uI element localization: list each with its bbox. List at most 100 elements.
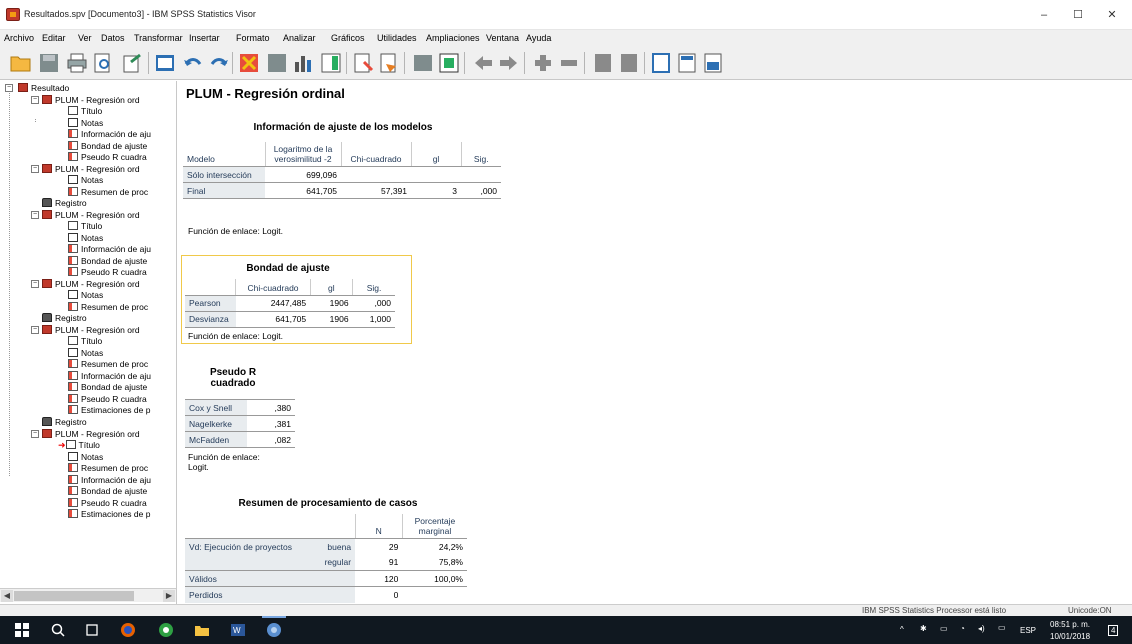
maximize-button[interactable]: ☐	[1064, 6, 1092, 24]
outline-notas[interactable]: Notas	[68, 348, 103, 359]
outline-info[interactable]: Información de aju	[68, 371, 151, 382]
outline-registro[interactable]: Registro	[42, 417, 87, 428]
save-icon[interactable]	[38, 52, 60, 74]
menu-formato[interactable]: Formato	[236, 33, 270, 43]
tray-up-arrow-icon[interactable]: ^	[900, 625, 904, 634]
outline-registro[interactable]: Registro	[42, 313, 87, 324]
windows-start-icon[interactable]	[14, 622, 30, 638]
volume-icon[interactable]: ◂)	[978, 624, 985, 633]
outline-info[interactable]: Información de aju	[68, 129, 151, 140]
menu-editar[interactable]: Editar	[42, 33, 66, 43]
collapse-toggle[interactable]: −	[31, 96, 39, 104]
print-icon[interactable]	[66, 52, 88, 74]
keyboard-icon[interactable]: ▭	[998, 623, 1006, 632]
firefox-icon[interactable]	[120, 622, 136, 638]
menu-archivo[interactable]: Archivo	[4, 33, 34, 43]
scroll-thumb[interactable]	[14, 591, 134, 601]
outline-plum-2[interactable]: PLUM - Regresión ord	[42, 164, 140, 175]
menu-insertar[interactable]: Insertar	[189, 33, 220, 43]
menu-ayuda[interactable]: Ayuda	[526, 33, 551, 43]
outline-resumen[interactable]: Resumen de proc	[68, 187, 148, 198]
menu-ampliaciones[interactable]: Ampliaciones	[426, 33, 480, 43]
goto-case-icon[interactable]	[238, 52, 260, 74]
undo-icon[interactable]	[182, 52, 204, 74]
clock-time[interactable]: 08:51 p. m.	[1050, 620, 1090, 629]
value-labels-icon[interactable]	[412, 52, 434, 74]
outline-registro[interactable]: Registro	[42, 198, 87, 209]
outline-notas[interactable]: Notas	[68, 175, 103, 186]
expand-plus-icon[interactable]	[532, 52, 554, 74]
menu-utilidades[interactable]: Utilidades	[377, 33, 417, 43]
data-table-icon[interactable]	[320, 52, 342, 74]
close-button[interactable]: ✕	[1098, 6, 1126, 24]
menu-datos[interactable]: Datos	[101, 33, 125, 43]
outline-titulo[interactable]: Título	[68, 106, 102, 117]
outline-info[interactable]: Información de aju	[68, 475, 151, 486]
search-icon[interactable]	[50, 622, 66, 638]
outline-plum-6[interactable]: PLUM - Regresión ord	[42, 429, 140, 440]
outline-estim[interactable]: Estimaciones de p	[68, 405, 150, 416]
battery-icon[interactable]: ▭	[940, 624, 948, 633]
redo-icon[interactable]	[208, 52, 230, 74]
outline-estim[interactable]: Estimaciones de p	[68, 509, 150, 520]
insert-text-icon[interactable]	[702, 52, 724, 74]
menu-transformar[interactable]: Transformar	[134, 33, 183, 43]
open-folder-icon[interactable]	[10, 52, 32, 74]
collapse-minus-icon[interactable]	[558, 52, 580, 74]
outline-bondad[interactable]: Bondad de ajuste	[68, 141, 147, 152]
outline-notas[interactable]: Notas	[68, 290, 103, 301]
arrow-right-icon[interactable]	[498, 52, 520, 74]
outline-plum-4[interactable]: PLUM - Regresión ord	[42, 279, 140, 290]
goto-variable-icon[interactable]	[266, 52, 288, 74]
collapse-toggle[interactable]: −	[31, 430, 39, 438]
export-icon[interactable]	[121, 52, 143, 74]
notifications-icon[interactable]: 4	[1108, 625, 1119, 636]
collapse-toggle[interactable]: −	[31, 211, 39, 219]
arrow-left-icon[interactable]	[472, 52, 494, 74]
outline-pseudo[interactable]: Pseudo R cuadra	[68, 394, 147, 405]
insert-title-icon[interactable]	[676, 52, 698, 74]
file-explorer-icon[interactable]	[194, 622, 210, 638]
show-icon[interactable]	[592, 52, 614, 74]
outline-titulo[interactable]: Título	[68, 221, 102, 232]
outline-resumen[interactable]: Resumen de proc	[68, 463, 148, 474]
select-cases-icon[interactable]	[352, 52, 374, 74]
outline-notas[interactable]: Notas	[68, 452, 103, 463]
menu-ver[interactable]: Ver	[78, 33, 92, 43]
outline-plum-1[interactable]: PLUM - Regresión ord	[42, 95, 140, 106]
spss-taskbar-icon[interactable]	[266, 622, 282, 638]
outline-pseudo[interactable]: Pseudo R cuadra	[68, 498, 147, 509]
menu-ventana[interactable]: Ventana	[486, 33, 519, 43]
collapse-toggle[interactable]: −	[31, 280, 39, 288]
outline-resumen[interactable]: Resumen de proc	[68, 359, 148, 370]
collapse-toggle[interactable]: −	[31, 165, 39, 173]
outline-bondad[interactable]: Bondad de ajuste	[68, 382, 147, 393]
collapse-toggle[interactable]: −	[5, 84, 13, 92]
outline-info[interactable]: Información de aju	[68, 244, 151, 255]
chrome-icon[interactable]	[158, 622, 174, 638]
menu-graficos[interactable]: Gráficos	[331, 33, 365, 43]
outline-resumen[interactable]: Resumen de proc	[68, 302, 148, 313]
outline-plum-3[interactable]: PLUM - Regresión ord	[42, 210, 140, 221]
minimize-button[interactable]: –	[1030, 6, 1058, 24]
weight-cases-icon[interactable]	[378, 52, 400, 74]
outline-pseudo[interactable]: Pseudo R cuadra	[68, 267, 147, 278]
outline-notas[interactable]: Notas	[68, 233, 103, 244]
print-preview-icon[interactable]	[92, 52, 114, 74]
collapse-toggle[interactable]: −	[31, 326, 39, 334]
bluetooth-icon[interactable]: ✱	[920, 624, 927, 633]
outline-titulo-current[interactable]: ➜ Título	[58, 440, 100, 451]
insert-heading-icon[interactable]	[650, 52, 672, 74]
menu-analizar[interactable]: Analizar	[283, 33, 316, 43]
outline-titulo[interactable]: Título	[68, 336, 102, 347]
scroll-right-icon[interactable]: ▶	[163, 590, 175, 602]
word-icon[interactable]: W	[230, 622, 246, 638]
outline-bondad[interactable]: Bondad de ajuste	[68, 486, 147, 497]
hide-icon[interactable]	[618, 52, 640, 74]
clock-date[interactable]: 10/01/2018	[1050, 632, 1090, 641]
outline-notas[interactable]: Notas	[68, 118, 103, 129]
goto-data-icon[interactable]	[154, 52, 176, 74]
scroll-left-icon[interactable]: ◀	[1, 590, 13, 602]
goodness-table[interactable]: Chi-cuadrado gl Sig. Pearson 2447,485 19…	[185, 279, 395, 328]
show-all-icon[interactable]	[438, 52, 460, 74]
